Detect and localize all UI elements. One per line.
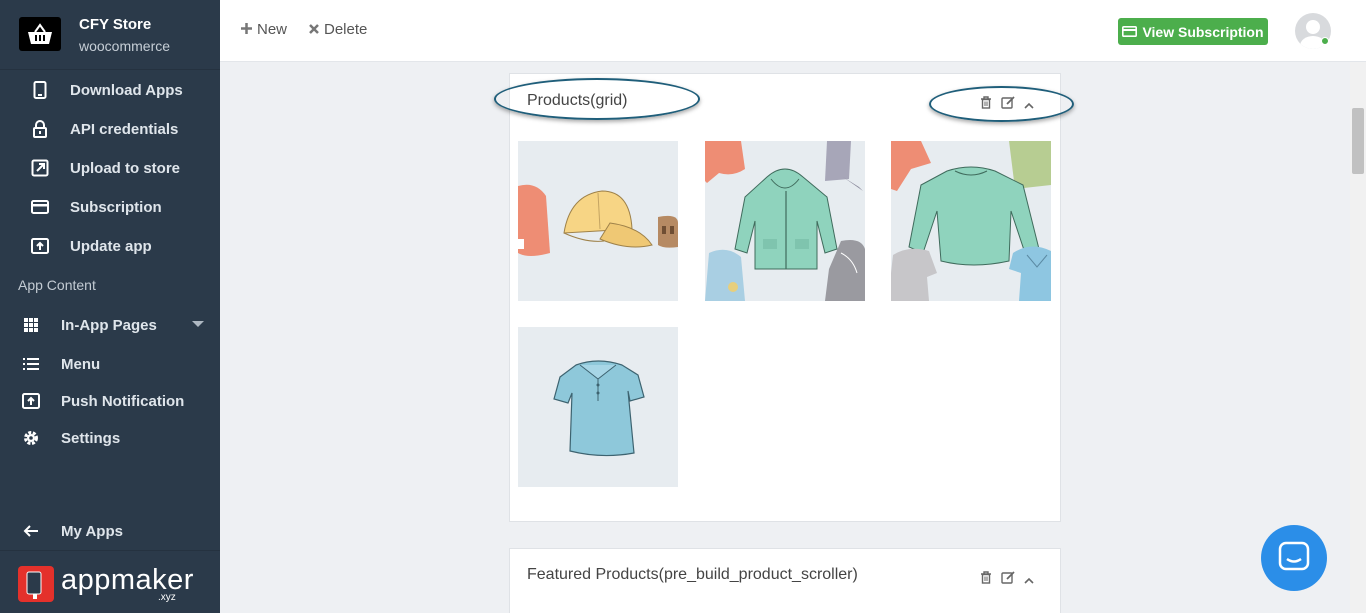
credit-card-icon xyxy=(30,197,50,217)
product-image-polo[interactable] xyxy=(518,327,678,487)
sidebar-item-label: My Apps xyxy=(61,522,123,540)
new-button-label: New xyxy=(257,21,288,38)
trash-icon[interactable] xyxy=(980,571,992,589)
gear-icon xyxy=(21,428,41,448)
sidebar-item-label: Subscription xyxy=(70,198,162,216)
sidebar-item-label: In-App Pages xyxy=(61,316,157,334)
card-title: Products(grid) xyxy=(527,92,628,109)
brand-header[interactable]: CFY Store woocommerce xyxy=(0,0,220,70)
sidebar-item-label: Settings xyxy=(61,429,121,447)
card-actions xyxy=(980,96,1034,114)
basket-icon xyxy=(19,17,61,51)
featured-products-card: Featured Products(pre_build_product_scro… xyxy=(509,548,1061,613)
sidebar-item-upload-to-store[interactable]: Upload to store xyxy=(0,150,220,186)
plus-icon xyxy=(241,21,252,38)
sidebar-item-api-credentials[interactable]: API credentials xyxy=(0,111,220,147)
sidebar-item-menu[interactable]: Menu xyxy=(0,346,220,382)
delete-button[interactable]: Delete xyxy=(309,21,367,38)
chat-icon xyxy=(1278,541,1310,576)
upload-icon xyxy=(30,236,50,256)
grid-icon xyxy=(21,315,41,335)
chevron-up-icon[interactable] xyxy=(1024,571,1034,589)
sidebar-item-subscription[interactable]: Subscription xyxy=(0,189,220,225)
sidebar-item-label: Push Notification xyxy=(61,392,185,410)
close-icon xyxy=(309,21,319,38)
product-image-caps[interactable] xyxy=(518,141,678,301)
view-subscription-button[interactable]: View Subscription xyxy=(1118,18,1268,45)
section-label-app-content: App Content xyxy=(18,277,96,293)
sidebar-item-my-apps[interactable]: My Apps xyxy=(0,513,220,549)
sidebar-item-in-app-pages[interactable]: In-App Pages xyxy=(0,307,220,343)
caret-down-icon xyxy=(192,321,204,327)
sidebar-item-settings[interactable]: Settings xyxy=(0,420,220,456)
new-button[interactable]: New xyxy=(241,21,287,38)
product-image-hoodies[interactable] xyxy=(705,141,865,301)
sidebar-item-download-apps[interactable]: Download Apps xyxy=(0,72,220,108)
sidebar-item-label: Upload to store xyxy=(70,159,181,177)
list-icon xyxy=(21,354,41,374)
trash-icon[interactable] xyxy=(980,96,992,114)
scrollbar-thumb[interactable] xyxy=(1352,108,1364,174)
top-toolbar: New Delete View Subscription xyxy=(220,0,1366,62)
sidebar-item-update-app[interactable]: Update app xyxy=(0,228,220,264)
sidebar-item-label: API credentials xyxy=(70,120,179,138)
delete-button-label: Delete xyxy=(324,21,368,38)
products-grid-card: Products(grid) xyxy=(509,73,1061,522)
scrollbar[interactable] xyxy=(1350,62,1366,613)
sidebar-item-label: Download Apps xyxy=(70,81,183,99)
lock-icon xyxy=(30,119,50,139)
sidebar-item-label: Update app xyxy=(70,237,152,255)
edit-icon[interactable] xyxy=(1001,571,1015,589)
card-title: Featured Products(pre_build_product_scro… xyxy=(527,566,858,583)
appmaker-logo[interactable]: appmaker .xyz xyxy=(0,550,220,613)
edit-icon[interactable] xyxy=(1001,96,1015,114)
appmaker-suffix: .xyz xyxy=(158,592,176,603)
chat-launcher-button[interactable] xyxy=(1261,525,1327,591)
credit-card-icon xyxy=(1122,24,1138,40)
arrow-left-icon xyxy=(21,521,41,541)
store-platform: woocommerce xyxy=(79,38,171,54)
product-image-long-sleeve[interactable] xyxy=(891,141,1051,301)
sidebar: CFY Store woocommerce Download Apps API … xyxy=(0,0,220,613)
online-status-dot xyxy=(1321,37,1329,45)
chevron-up-icon[interactable] xyxy=(1024,96,1034,114)
view-subscription-label: View Subscription xyxy=(1142,23,1264,40)
card-actions xyxy=(980,571,1034,589)
external-link-icon xyxy=(30,158,50,178)
appmaker-mark-icon xyxy=(18,566,54,602)
sidebar-item-push-notification[interactable]: Push Notification xyxy=(0,383,220,419)
sidebar-item-label: Menu xyxy=(61,355,101,373)
store-name: CFY Store xyxy=(79,16,152,33)
phone-icon xyxy=(30,80,50,100)
push-icon xyxy=(21,391,41,411)
